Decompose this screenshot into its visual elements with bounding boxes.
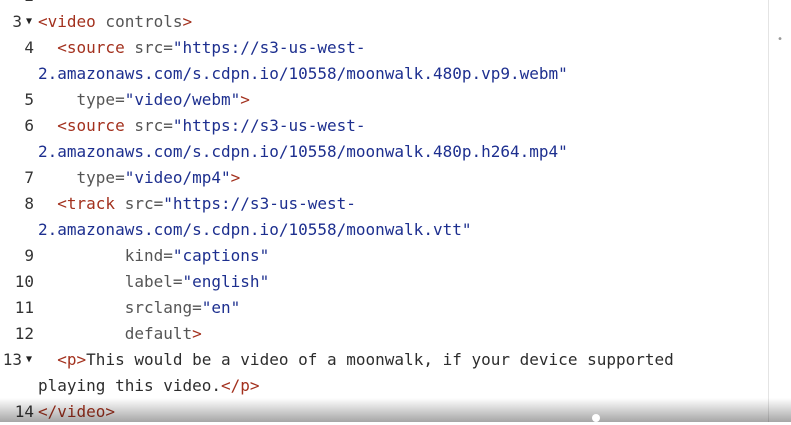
- code-line-11[interactable]: 11 srclang="en": [0, 295, 768, 321]
- line-number: 3: [12, 12, 22, 31]
- line-number: 5: [24, 90, 34, 109]
- line-number: 8: [24, 194, 34, 213]
- code-token: 2.amazonaws.com/s.cdpn.io/10558/moonwalk…: [38, 142, 568, 161]
- code-line-10[interactable]: 10 label="english": [0, 269, 768, 295]
- code-text: 2.amazonaws.com/s.cdpn.io/10558/moonwalk…: [38, 217, 471, 243]
- code-token: srclang: [38, 298, 193, 317]
- code-token: "video/mp4": [124, 168, 231, 187]
- code-line-wrap[interactable]: playing this video.</p>: [0, 373, 768, 399]
- code-text: type="video/mp4">: [38, 165, 241, 191]
- code-text: <track src="https://s3-us-west-: [38, 191, 356, 217]
- line-number: 7: [24, 168, 34, 187]
- code-text: kind="captions": [38, 243, 270, 269]
- code-text: default>: [38, 321, 202, 347]
- code-line-8[interactable]: 8 <track src="https://s3-us-west-: [0, 191, 768, 217]
- code-line-wrap[interactable]: 2.amazonaws.com/s.cdpn.io/10558/moonwalk…: [0, 217, 768, 243]
- code-token: =: [115, 168, 125, 187]
- code-editor[interactable]: 23▼<video controls>4 <source src="https:…: [0, 0, 768, 422]
- line-number: 13: [2, 350, 22, 369]
- code-token: </p>: [221, 376, 260, 395]
- code-line-13[interactable]: 13 ▼ <p>This would be a video of a moonwa…: [0, 347, 768, 373]
- line-number: 9: [24, 246, 34, 265]
- code-token: =: [153, 194, 164, 213]
- code-token: 2.amazonaws.com/s.cdpn.io/10558/moonwalk…: [38, 220, 472, 239]
- code-line-7[interactable]: 7 type="video/mp4">: [0, 165, 768, 191]
- code-token: "english": [182, 272, 270, 291]
- fold-arrow-icon[interactable]: ▼: [23, 9, 35, 35]
- code-line-4[interactable]: 4 <source src="https://s3-us-west-: [0, 35, 768, 61]
- code-token: </video>: [38, 402, 116, 421]
- playhead-dot[interactable]: [592, 414, 600, 422]
- line-number: 2: [0, 0, 34, 9]
- code-token: =: [163, 246, 173, 265]
- code-token: controls: [95, 12, 183, 31]
- code-text: <source src="https://s3-us-west-: [38, 35, 366, 61]
- code-line-wrap[interactable]: 2.amazonaws.com/s.cdpn.io/10558/moonwalk…: [0, 139, 768, 165]
- code-text: type="video/webm">: [38, 87, 250, 113]
- code-token: >: [240, 90, 250, 109]
- code-token: "video/webm": [124, 90, 241, 109]
- code-token: src: [124, 38, 164, 57]
- code-token: =: [172, 272, 183, 291]
- code-token: label: [38, 272, 173, 291]
- code-token: <p>: [57, 350, 87, 369]
- code-line-6[interactable]: 6 <source src="https://s3-us-west-: [0, 113, 768, 139]
- code-text: srclang="en": [38, 295, 241, 321]
- code-token: src: [115, 194, 154, 213]
- code-token: 2.amazonaws.com/s.cdpn.io/10558/moonwalk…: [38, 64, 568, 83]
- line-number: 14: [14, 402, 34, 421]
- code-line-12[interactable]: 12 default>: [0, 321, 768, 347]
- code-token: src: [124, 116, 164, 135]
- fold-arrow-icon[interactable]: ▼: [23, 347, 35, 373]
- code-line-3[interactable]: 3 ▼ <video controls>: [0, 9, 768, 35]
- line-number: 11: [14, 298, 34, 317]
- code-token: "en": [201, 298, 241, 317]
- code-token: >: [230, 168, 241, 187]
- code-token: "https://s3-us-west-: [172, 116, 366, 135]
- line-number: 6: [24, 116, 34, 135]
- code-token: type: [38, 168, 116, 187]
- line-number: 10: [14, 272, 34, 291]
- code-token: =: [163, 116, 173, 135]
- code-text: </video>: [38, 399, 115, 425]
- code-token: "https://s3-us-west-: [163, 194, 356, 213]
- code-text: playing this video.</p>: [38, 373, 260, 399]
- code-token: =: [163, 38, 173, 57]
- code-token: This would be a video of a moonwalk, if …: [86, 350, 674, 369]
- code-token: >: [182, 12, 193, 31]
- code-token: =: [115, 90, 125, 109]
- code-token: kind: [38, 246, 164, 265]
- code-line-9[interactable]: 9 kind="captions": [0, 243, 768, 269]
- code-token: =: [192, 298, 202, 317]
- overflow-marker-icon: •: [777, 34, 784, 45]
- code-token: default: [38, 324, 193, 343]
- code-text: label="english": [38, 269, 270, 295]
- code-text: 2.amazonaws.com/s.cdpn.io/10558/moonwalk…: [38, 61, 568, 87]
- code-line-wrap[interactable]: 2.amazonaws.com/s.cdpn.io/10558/moonwalk…: [0, 61, 768, 87]
- code-token: playing this video.: [38, 376, 222, 395]
- code-line-2[interactable]: 2: [0, 0, 768, 9]
- code-token: <video: [38, 12, 96, 31]
- code-token: "captions": [172, 246, 270, 265]
- code-line-14[interactable]: 14 </video>: [0, 399, 768, 425]
- code-text: 2.amazonaws.com/s.cdpn.io/10558/moonwalk…: [38, 139, 568, 165]
- code-text: <video controls>: [38, 9, 192, 35]
- line-number: 12: [14, 324, 34, 343]
- code-line-5[interactable]: 5 type="video/webm">: [0, 87, 768, 113]
- code-text: <p>This would be a video of a moonwalk, …: [38, 347, 674, 373]
- code-token: >: [192, 324, 202, 343]
- code-token: <source: [57, 116, 125, 135]
- code-token: <source: [57, 38, 125, 57]
- code-token: <track: [57, 194, 116, 213]
- code-text: <source src="https://s3-us-west-: [38, 113, 366, 139]
- code-token: type: [38, 90, 116, 109]
- code-token: "https://s3-us-west-: [172, 38, 366, 57]
- editor-scrollbar-track[interactable]: [768, 0, 769, 422]
- line-number: 4: [24, 38, 34, 57]
